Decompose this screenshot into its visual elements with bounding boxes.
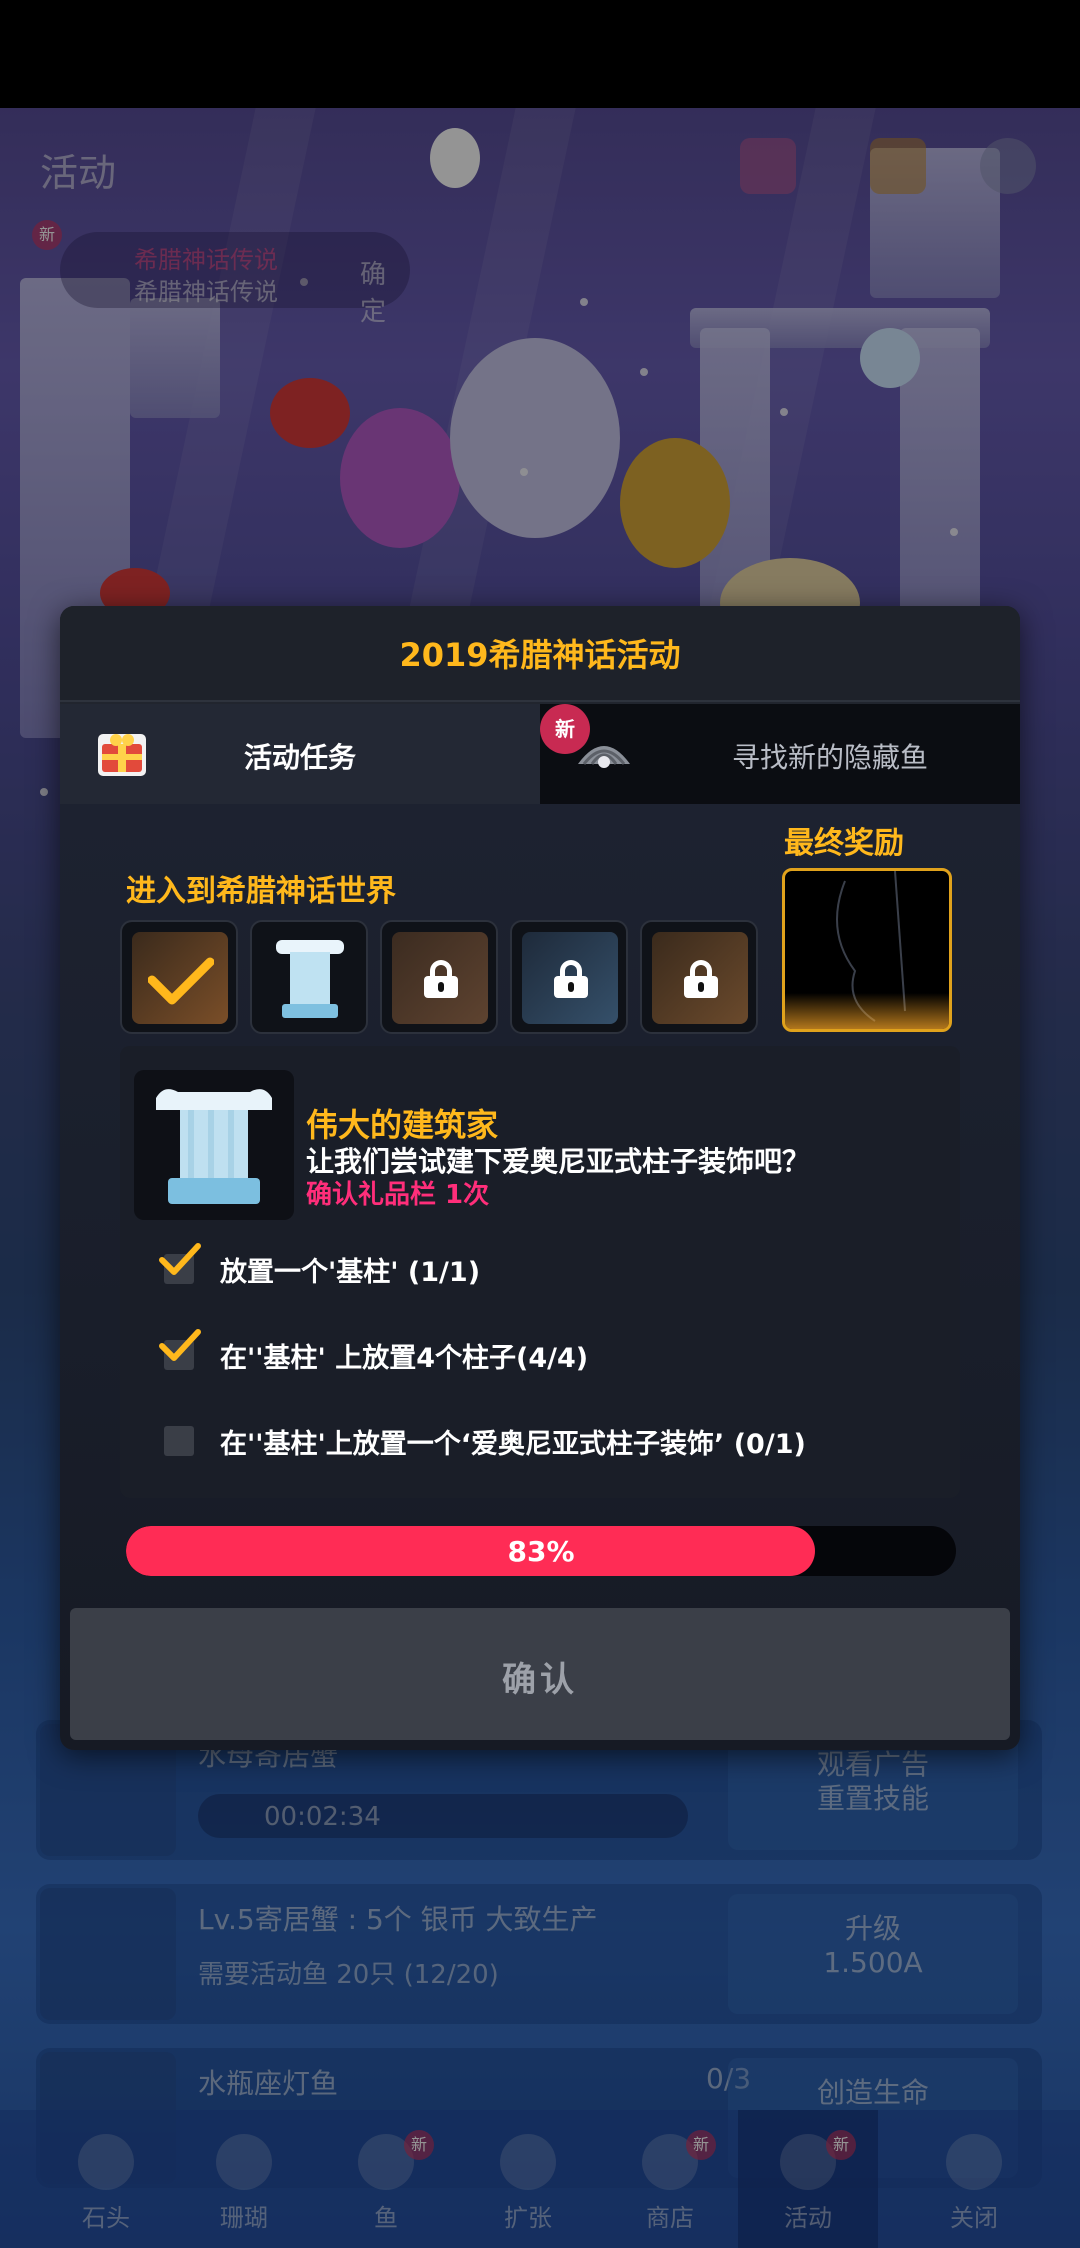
checkmark-icon — [159, 1329, 201, 1361]
task-label: 放置一个'基柱' (1/1) — [220, 1257, 481, 1288]
quest-reward: 确认礼品栏 1次 — [306, 1180, 490, 1210]
stage-slot-4[interactable] — [510, 920, 628, 1034]
confirm-button[interactable]: 确认 — [70, 1608, 1010, 1740]
task-label: 在''基柱' 上放置4个柱子(4/4) — [220, 1343, 589, 1374]
task-label: 在''基柱'上放置一个‘爱奥尼亚式柱子装饰’ (0/1) — [220, 1429, 806, 1460]
section-title: 进入到希腊神话世界 — [126, 874, 396, 909]
final-reward-title: 最终奖励 — [784, 826, 904, 861]
tab-hidden-fish[interactable]: 新 寻找新的隐藏鱼 — [540, 704, 1020, 804]
reward-glow — [785, 993, 949, 1029]
stage-slot-1[interactable] — [120, 920, 238, 1034]
column-icon — [276, 940, 344, 1018]
progress-text: 83% — [507, 1535, 575, 1568]
stage-slot-5[interactable] — [640, 920, 758, 1034]
tab-event-tasks[interactable]: 活动任务 — [60, 704, 540, 804]
lock-icon — [684, 960, 718, 998]
lock-icon — [424, 960, 458, 998]
tab-hidden-fish-label: 寻找新的隐藏鱼 — [731, 741, 928, 774]
dialog-header: 2019希腊神话活动 — [60, 606, 1020, 702]
status-bar — [0, 0, 1080, 108]
tab-event-tasks-label: 活动任务 — [243, 741, 356, 774]
checkmark-icon — [148, 957, 214, 1005]
checkmark-icon — [159, 1243, 201, 1275]
task-checkbox — [164, 1426, 194, 1456]
shell-icon — [578, 746, 630, 768]
lock-icon — [554, 960, 588, 998]
ionic-column-icon — [156, 1089, 272, 1204]
stage-slot-3[interactable] — [380, 920, 498, 1034]
progress-bar: 83% — [126, 1526, 956, 1576]
stage-slot-2[interactable] — [250, 920, 368, 1034]
dialog-title: 2019希腊神话活动 — [399, 636, 681, 674]
event-dialog: 2019希腊神话活动 活动任务 新 寻找新的隐藏鱼 最终奖励 进入到希腊神话世界… — [60, 606, 1020, 1750]
final-reward-preview[interactable] — [782, 868, 952, 1032]
confirm-label: 确认 — [502, 1660, 578, 1700]
quest-thumbnail — [134, 1070, 294, 1220]
